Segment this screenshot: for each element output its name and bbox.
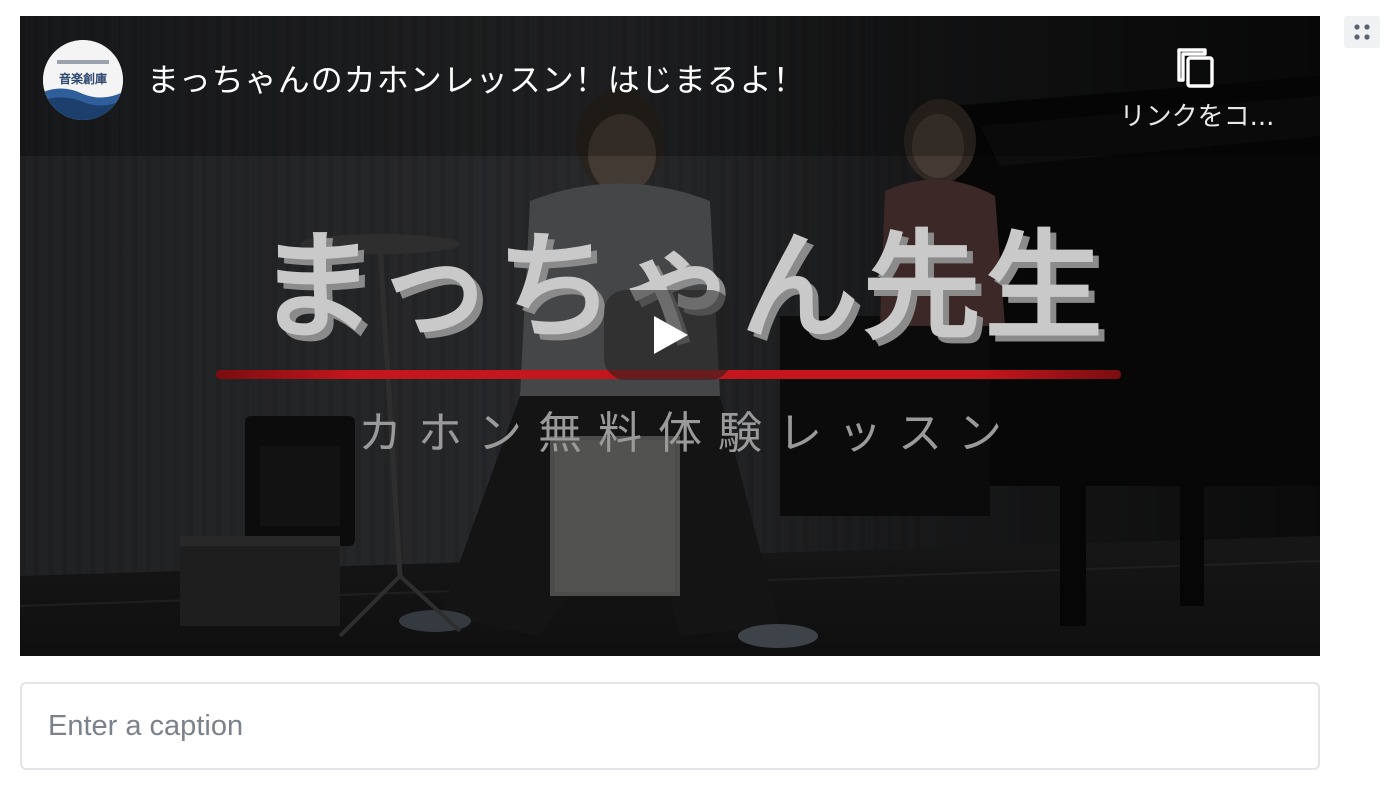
drag-handle[interactable] <box>1344 16 1380 48</box>
copy-link-label: リンクをコ... <box>1119 102 1275 132</box>
channel-logo-icon: 音楽創庫 <box>43 40 123 120</box>
copy-link-button[interactable]: リンクをコ... <box>1112 42 1282 138</box>
caption-input[interactable] <box>20 682 1320 770</box>
video-embed[interactable]: まっちゃん先生 まっちゃん先生 カホン無料体験レッスン 音楽創庫 まっちゃんのカ… <box>20 16 1320 656</box>
channel-logo-text: 音楽創庫 <box>59 71 107 86</box>
drag-handle-icon <box>1354 24 1370 40</box>
copy-icon <box>1177 48 1214 88</box>
play-button[interactable] <box>604 290 732 380</box>
channel-avatar[interactable]: 音楽創庫 <box>43 40 123 120</box>
video-title[interactable]: まっちゃんのカホンレッスン！はじまるよ！ <box>147 60 1087 100</box>
overlay-subtitle: カホン無料体験レッスン <box>358 408 1018 459</box>
